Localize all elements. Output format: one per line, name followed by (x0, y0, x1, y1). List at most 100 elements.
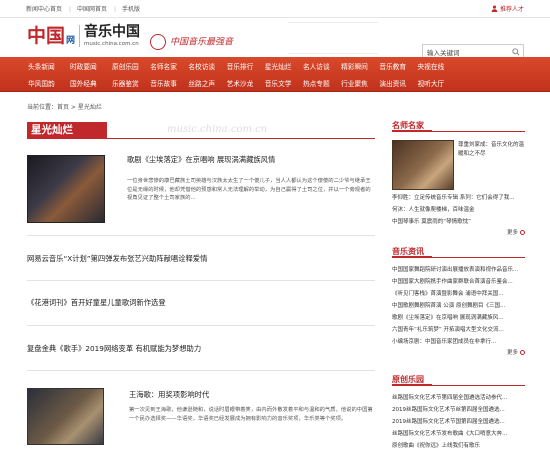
chevron-right-icon (520, 350, 525, 355)
nav-row-2: 华风国韵 国外经典 乐器鉴赏 音乐故事 丝路之声 艺术沙龙 音乐文学 热点专题 … (0, 74, 550, 91)
top-right-label: 推荐人才 (499, 6, 524, 13)
divider (27, 370, 375, 371)
list-item[interactable]: 中国琴事乐 莫震雨的“琴情歌忱” (392, 216, 525, 228)
brand-domain: music.china.com.cn (84, 41, 139, 47)
divider (27, 325, 375, 326)
nav-item[interactable]: 时政要闻 (70, 61, 112, 71)
sidebar-heading: 原创乐园 (392, 374, 525, 386)
feature-desc: 一位身世悲惨的康巴藏族土司英雄与汉族太太生了一个傻儿子，当人人都认为这个傻傻的二… (127, 178, 371, 201)
section-header: 星光灿烂 music.china.com.cn (27, 120, 375, 140)
sidebar-famous-header: 名师名家 (392, 120, 525, 132)
section-title: 星光灿烂 (27, 122, 107, 139)
list-item[interactable]: 中国歌剧舞剧院首演 公演 原创舞剧目《三国... (392, 300, 525, 312)
logo-brand: 音乐中国 music.china.com.cn (84, 25, 140, 47)
nav-item[interactable]: 音乐文学 (265, 78, 303, 88)
top-right-link[interactable]: 推荐人才 (491, 4, 524, 13)
sidebar-info: 音乐资讯 中国国家舞蹈院研讨演出展播放表演和视作品音乐... 中国国家大剧院携手… (392, 246, 525, 356)
list-item[interactable]: 中国国家舞蹈院研讨演出展播放表演和视作品音乐... (392, 264, 525, 276)
more-link[interactable]: 更多 (392, 228, 525, 236)
nav-item[interactable]: 音乐排行 (227, 61, 265, 71)
nav-item[interactable]: 精彩瞬间 (341, 61, 379, 71)
watermark: music.china.com.cn (167, 124, 268, 135)
nav-item[interactable]: 原创乐园 (112, 61, 150, 71)
divider: | (69, 6, 72, 13)
list-item[interactable]: 丝路国际文化艺术节发布歌曲《大口哨意大奔... (392, 428, 525, 440)
list-item[interactable]: 中国国家大剧院携手作曲家群联合首演音乐鉴会... (392, 276, 525, 288)
sidebar-original: 原创乐园 丝路国际文化艺术节第四届全国遴选活动参代... 2019丝路国际文化艺… (392, 374, 525, 452)
sidebar-heading-text: 音乐资讯 (392, 247, 424, 256)
main-nav: 头条新闻 时政要闻 原创乐园 名师名家 名校访谈 音乐排行 星光灿烂 名人访谈 … (0, 57, 550, 92)
user-icon (491, 5, 498, 12)
feature2-desc: 第一次见到王海歌，他谦逊随和，说话时眉眼带着笑，由内而外散发着平和与温和的气质。… (129, 407, 373, 422)
list-item[interactable]: 《听见门客栈》首演暨影舞会 浦语中拜关国... (392, 288, 525, 300)
news-item[interactable]: 《花港词刊》首开好童星儿童歌词新作选登 (27, 298, 166, 308)
top-link-news-home[interactable]: 新闻中心首页 (26, 6, 62, 13)
chevron-right-icon (520, 230, 525, 235)
sidebar-famous-title[interactable]: 尊重刘家成：音乐文化的温暖和之不尽 (458, 141, 528, 158)
nav-item[interactable]: 音乐故事 (150, 78, 188, 88)
site-header: 中国 网 音乐中国 music.china.com.cn 中国音乐最强音 (0, 18, 550, 59)
feature-title[interactable]: 歌剧《尘埃落定》在京唱响 展现涡满藏族风情 (127, 155, 275, 165)
list-item[interactable]: 歌剧《尘埃落定》在京唱响 展现涡满藏族风... (392, 312, 525, 324)
breadcrumb: 当前位置：首页 > 星光灿烂 (27, 104, 102, 111)
nav-item[interactable]: 名师名家 (150, 61, 188, 71)
nav-item[interactable]: 视听大厅 (418, 78, 456, 88)
sidebar-heading-text: 原创乐园 (392, 375, 424, 384)
music-note-icon (150, 34, 166, 50)
list-item[interactable]: 小编场京剧：中国音乐家团成员在非拿行... (392, 336, 525, 348)
nav-item[interactable]: 华风国韵 (28, 78, 70, 88)
divider (27, 280, 375, 281)
top-link-china-home[interactable]: 中国网首页 (77, 6, 107, 13)
list-item[interactable]: 原创歌曲《祝你远》上线我们有歌乐 (392, 440, 525, 452)
music-staff-decoration (288, 22, 378, 54)
list-item[interactable]: 六国青年“礼乐筑梦” 开拓演唱大型文化交流... (392, 324, 525, 336)
sidebar-heading: 名师名家 (392, 120, 525, 132)
divider (27, 235, 375, 236)
nav-item[interactable]: 音乐教育 (379, 61, 417, 71)
heading-accent (392, 384, 432, 386)
list-item[interactable]: 何沐：人生就像爬楼梯，百味温金 (392, 204, 525, 216)
heading-accent (392, 256, 432, 258)
nav-item[interactable]: 星光灿烂 (265, 61, 303, 71)
nav-item[interactable]: 国外经典 (70, 78, 112, 88)
more-label: 更多 (506, 230, 518, 236)
more-link[interactable]: 更多 (392, 348, 525, 356)
slogan-text: 中国音乐最强音 (170, 37, 234, 48)
section-underline (107, 138, 375, 139)
nav-item[interactable]: 乐器鉴赏 (112, 78, 150, 88)
feature-image[interactable] (27, 155, 105, 223)
nav-item[interactable]: 行业聚焦 (341, 78, 379, 88)
nav-item[interactable]: 头条新闻 (28, 61, 70, 71)
nav-item[interactable]: 名人访谈 (303, 61, 341, 71)
list-item[interactable]: 丝路国际文化艺术节第四届全国遴选活动参代... (392, 392, 525, 404)
logo-divider (79, 25, 81, 47)
top-link-mobile[interactable]: 手机版 (122, 6, 140, 13)
feature2-title[interactable]: 王海歌：用奖项影响时代 (129, 390, 209, 400)
brand-name: 音乐中国 (84, 24, 141, 40)
logo-net: 网 (66, 35, 76, 46)
top-bar: 新闻中心首页 | 中国网首页 | 手机版 推荐人才 (0, 0, 550, 18)
logo-mark: 中国 (27, 24, 66, 47)
nav-item[interactable]: 热点专题 (303, 78, 341, 88)
heading-accent (392, 130, 432, 132)
more-label: 更多 (506, 350, 518, 356)
nav-item[interactable]: 央视在线 (418, 61, 456, 71)
news-item[interactable]: 复盘金典《歌手》2019网络变革 有机赋能为梦想助力 (27, 344, 201, 354)
list-item[interactable]: 2019丝路国际文化艺术节丝第四届全国遴选... (392, 404, 525, 416)
sidebar-heading-text: 名师名家 (392, 121, 424, 130)
top-links: 新闻中心首页 | 中国网首页 | 手机版 (26, 4, 144, 13)
nav-item[interactable]: 演出资讯 (379, 78, 417, 88)
sidebar-famous-image[interactable] (392, 140, 454, 190)
header-slogan: 中国音乐最强音 (150, 34, 233, 50)
news-item[interactable]: 网易云音乐“X计划”第四弹发布张艺兴助阵献唱诠释爱情 (27, 254, 207, 264)
nav-item[interactable]: 丝路之声 (188, 78, 226, 88)
site-logo[interactable]: 中国 网 音乐中国 music.china.com.cn (27, 25, 140, 47)
search-input[interactable] (427, 47, 511, 56)
list-item[interactable]: 李仰胜：立足传统音乐专辑 系列：它们会得了我... (392, 192, 525, 204)
feature2-image[interactable] (27, 388, 104, 445)
nav-item[interactable]: 艺术沙龙 (227, 78, 265, 88)
list-item[interactable]: 2019丝路国际文化艺术节国第四届全国遴选... (392, 416, 525, 428)
search-icon[interactable] (512, 48, 520, 56)
nav-item[interactable]: 名校访谈 (188, 61, 226, 71)
nav-row-1: 头条新闻 时政要闻 原创乐园 名师名家 名校访谈 音乐排行 星光灿烂 名人访谈 … (0, 57, 550, 74)
